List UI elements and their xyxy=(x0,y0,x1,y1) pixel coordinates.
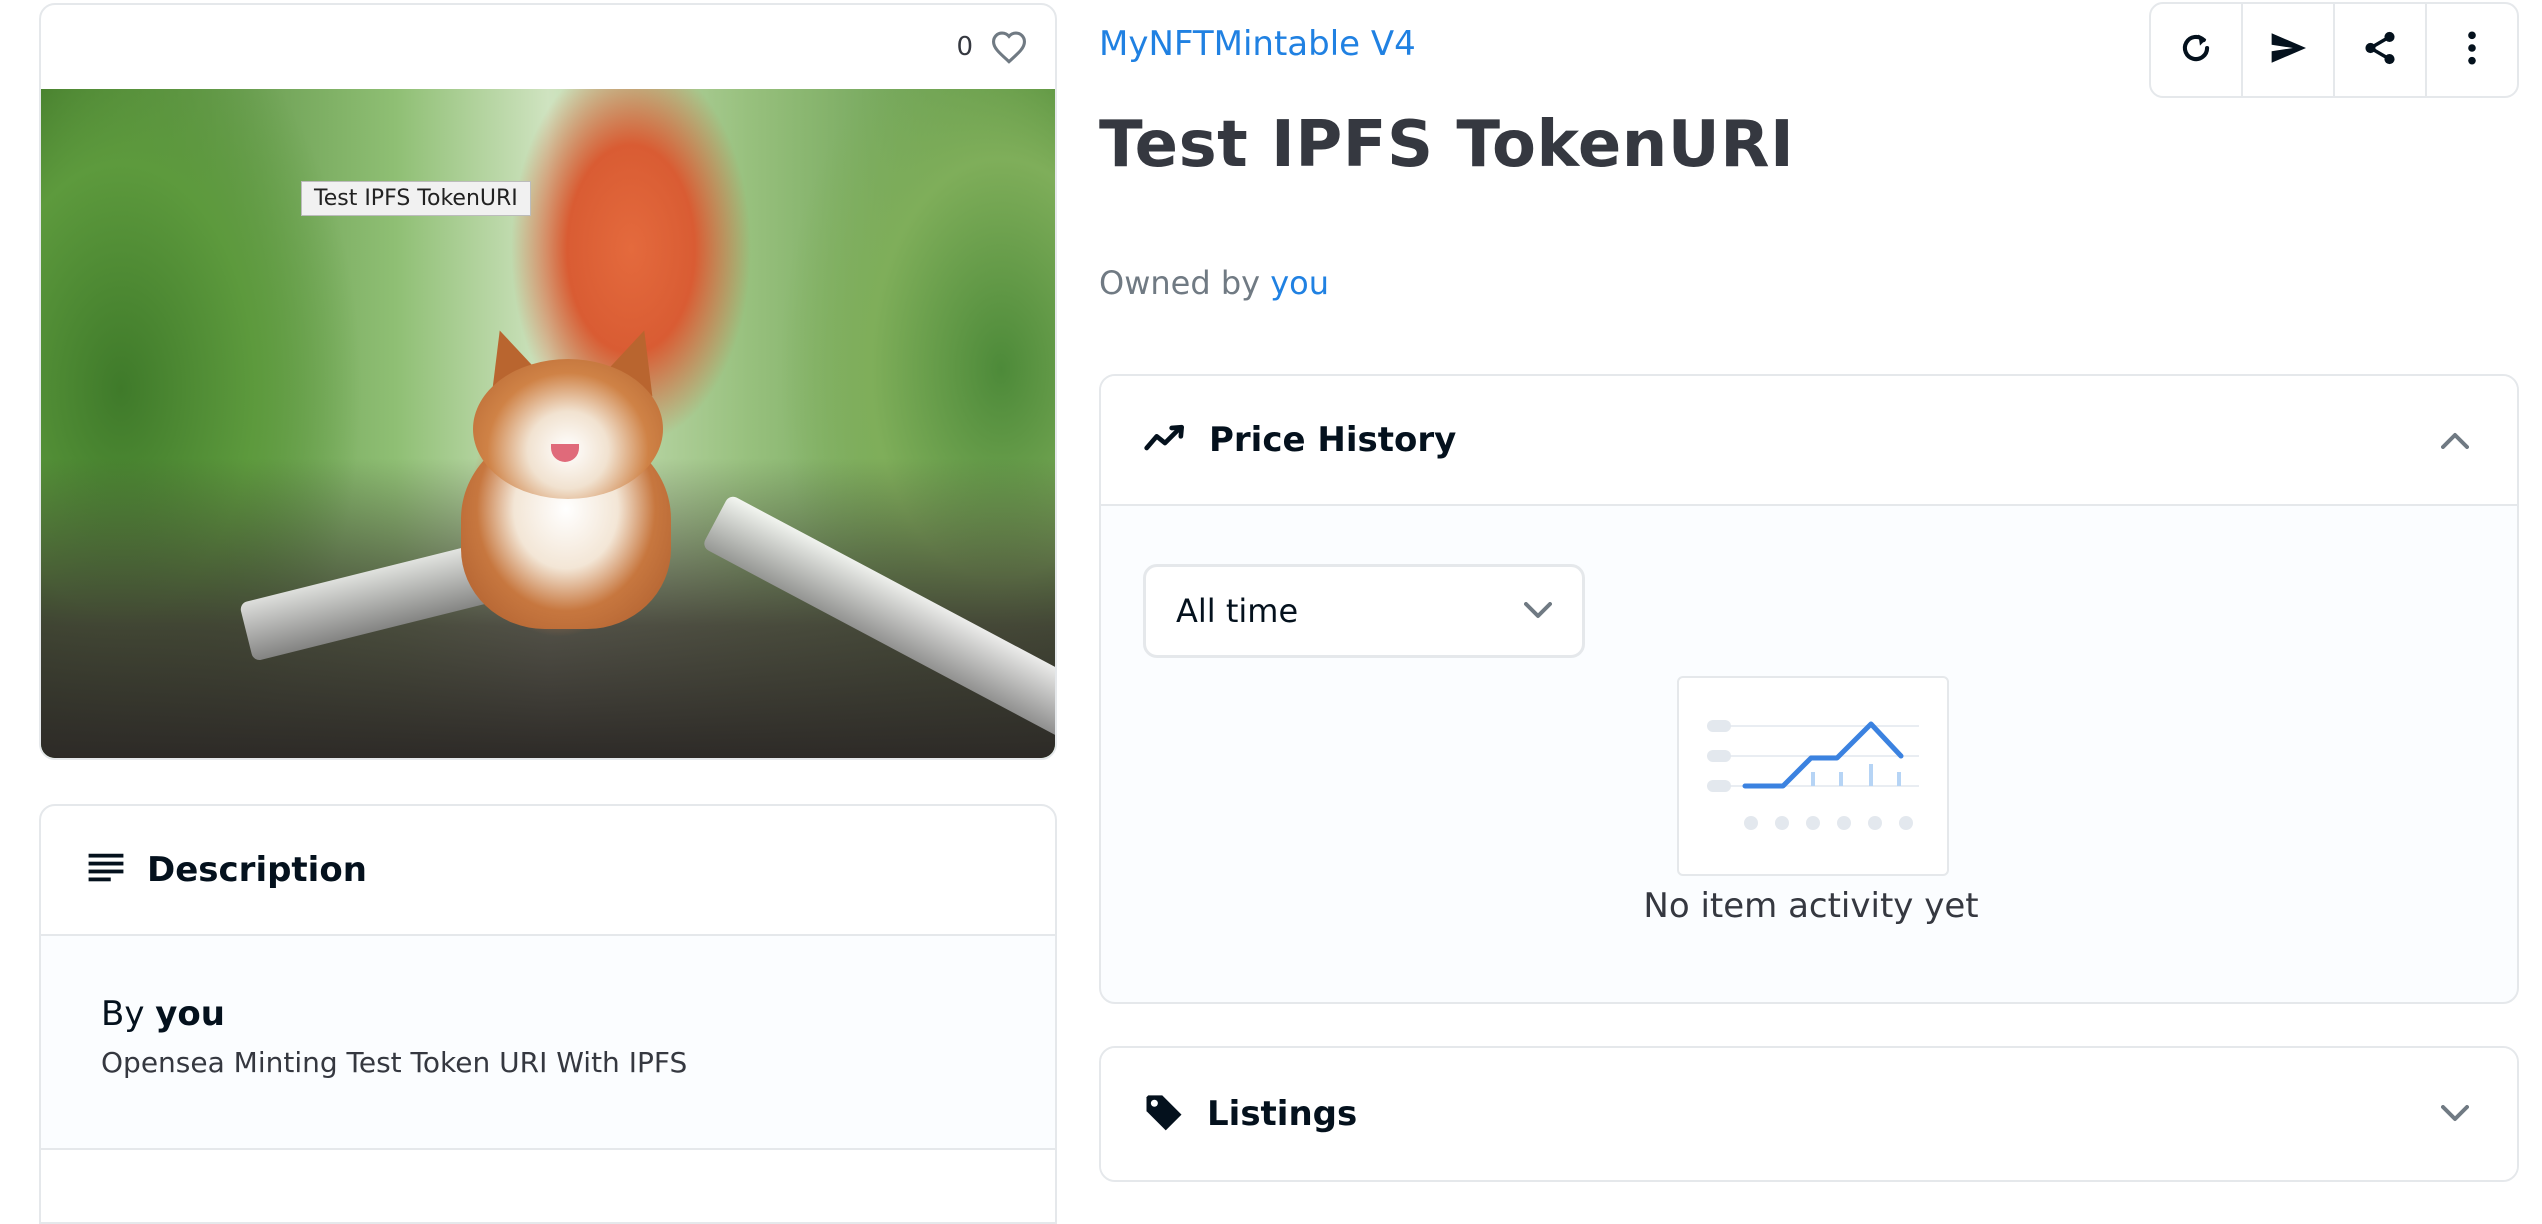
nft-image[interactable]: Test IPFS TokenURI xyxy=(41,89,1055,758)
image-tooltip: Test IPFS TokenURI xyxy=(301,181,531,216)
time-range-select[interactable]: All time xyxy=(1143,564,1585,658)
tag-icon xyxy=(1143,1091,1185,1137)
send-icon xyxy=(2268,30,2308,70)
description-header[interactable]: Description xyxy=(41,806,1055,936)
empty-activity-text: No item activity yet xyxy=(1643,886,1979,926)
description-icon xyxy=(87,852,125,888)
creator-name[interactable]: you xyxy=(155,994,225,1034)
owned-by-prefix: Owned by xyxy=(1099,264,1261,302)
price-history-title: Price History xyxy=(1209,420,1457,460)
creator-prefix: By xyxy=(101,994,145,1034)
chevron-down-icon[interactable] xyxy=(2437,1096,2473,1132)
item-actions xyxy=(2149,2,2519,98)
creator-line: By you xyxy=(101,994,995,1034)
media-card: 0 Test IPFS TokenURI xyxy=(39,3,1057,760)
owned-by: Owned by you xyxy=(1099,264,1329,302)
chevron-up-icon[interactable] xyxy=(2437,422,2473,458)
description-title: Description xyxy=(147,850,367,890)
item-title: Test IPFS TokenURI xyxy=(1099,108,1795,182)
description-text: Opensea Minting Test Token URI With IPFS xyxy=(101,1046,688,1079)
listings-header[interactable]: Listings xyxy=(1101,1048,2517,1180)
more-button[interactable] xyxy=(2427,4,2517,96)
transfer-button[interactable] xyxy=(2243,4,2335,96)
listings-title: Listings xyxy=(1207,1094,1358,1134)
trending-icon xyxy=(1143,423,1187,457)
chevron-down-icon xyxy=(1524,602,1552,620)
favorite-count: 0 xyxy=(956,32,973,62)
more-vertical-icon xyxy=(2464,29,2480,71)
empty-chart-illustration xyxy=(1677,676,1949,876)
image-dog-head xyxy=(473,359,663,499)
description-card: Description By you Opensea Minting Test … xyxy=(39,804,1057,1224)
listings-card: Listings xyxy=(1099,1046,2519,1182)
refresh-icon xyxy=(2177,29,2215,71)
share-icon xyxy=(2361,29,2399,71)
collection-link[interactable]: MyNFTMintable V4 xyxy=(1099,24,1416,64)
price-history-header[interactable]: Price History xyxy=(1101,376,2517,506)
owner-link[interactable]: you xyxy=(1270,264,1329,302)
share-button[interactable] xyxy=(2335,4,2427,96)
time-range-value: All time xyxy=(1176,592,1299,630)
refresh-button[interactable] xyxy=(2151,4,2243,96)
image-rail-right xyxy=(701,493,1055,745)
description-body: By you Opensea Minting Test Token URI Wi… xyxy=(41,936,1055,1150)
heart-icon[interactable] xyxy=(989,27,1029,67)
media-header: 0 xyxy=(41,5,1055,89)
price-history-card: Price History All time No item activity … xyxy=(1099,374,2519,1004)
